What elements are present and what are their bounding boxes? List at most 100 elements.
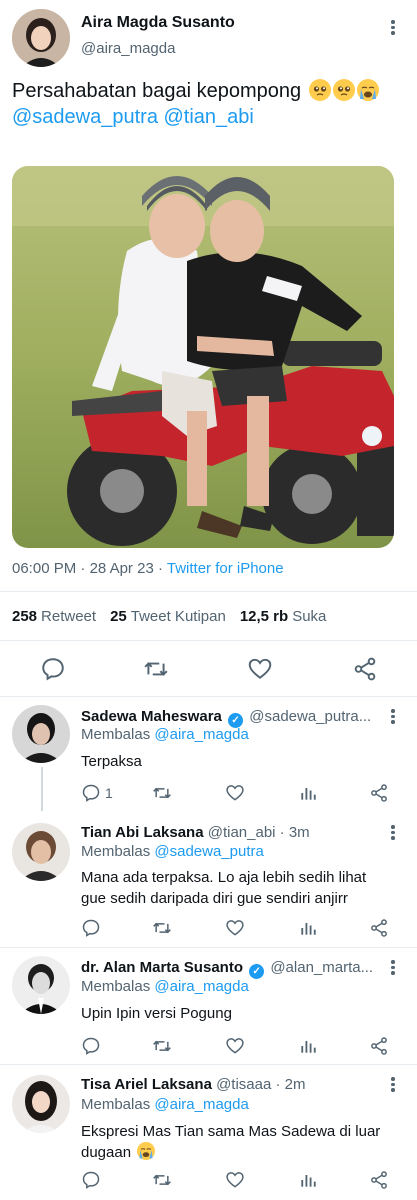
thread-line: [41, 767, 43, 811]
divider: [0, 591, 417, 592]
replying-prefix: Membalas: [81, 978, 151, 995]
like-icon[interactable]: [225, 783, 245, 808]
reply-author-handle[interactable]: @alan_marta...: [270, 959, 373, 976]
share-icon[interactable]: [352, 656, 378, 682]
reply-author-line: Tisa Ariel Laksana @tisaaa · 2m: [81, 1076, 306, 1093]
share-icon[interactable]: [369, 1170, 389, 1195]
share-icon[interactable]: [369, 1036, 389, 1061]
reply-author-name[interactable]: dr. Alan Marta Susanto: [81, 959, 243, 976]
crying-face-emoji: [356, 79, 379, 101]
more-icon[interactable]: [383, 823, 403, 843]
verified-icon: ✓: [249, 964, 265, 979]
reply-icon[interactable]: [81, 918, 101, 943]
reply-icon[interactable]: [81, 1170, 101, 1195]
retweet-icon[interactable]: [152, 918, 172, 943]
more-icon[interactable]: [383, 958, 403, 978]
reply-item[interactable]: Tisa Ariel Laksana @tisaaa · 2m Membalas…: [0, 1065, 417, 1200]
replying-to-line: Membalas @sadewa_putra: [81, 843, 264, 860]
author-name[interactable]: Aira Magda Susanto: [81, 14, 235, 32]
tweet-time: 06:00 PM: [12, 560, 77, 577]
reply-avatar[interactable]: [12, 1075, 70, 1133]
divider: [0, 640, 417, 641]
like-icon[interactable]: [225, 918, 245, 943]
reply-avatar[interactable]: [12, 705, 70, 763]
share-icon[interactable]: [369, 783, 389, 808]
replying-to-line: Membalas @aira_magda: [81, 726, 249, 743]
retweets-stat[interactable]: 258 Retweet: [12, 608, 96, 625]
tweet-text-block: Persahabatan bagai kepompong @sadewa_put…: [12, 78, 404, 130]
tweet-date: 28 Apr 23: [89, 560, 154, 577]
reply-text: Mana ada terpaksa. Lo aja lebih sedih li…: [81, 869, 367, 907]
retweet-icon[interactable]: [152, 1036, 172, 1061]
reply-author-name[interactable]: Sadewa Maheswara: [81, 708, 222, 725]
views-icon[interactable]: [298, 918, 318, 943]
author-avatar[interactable]: [12, 9, 70, 67]
replying-to-line: Membalas @aira_magda: [81, 978, 249, 995]
like-icon[interactable]: [247, 656, 273, 682]
replying-to-mention[interactable]: @aira_magda: [154, 978, 248, 995]
tweet-meta: 06:00 PM · 28 Apr 23 · Twitter for iPhon…: [12, 560, 284, 577]
retweet-icon[interactable]: [143, 656, 169, 682]
quotes-stat[interactable]: 25 Tweet Kutipan: [110, 608, 226, 625]
reply-item[interactable]: Tian Abi Laksana @tian_abi · 3m Membalas…: [0, 811, 417, 947]
pleading-face-emoji: [308, 79, 331, 101]
main-action-bar: [0, 650, 417, 690]
replying-to-line: Membalas @aira_magda: [81, 1096, 249, 1113]
replying-prefix: Membalas: [81, 726, 151, 743]
tweet-text: Persahabatan bagai kepompong: [12, 80, 302, 102]
tweet-stats: 258 Retweet 25 Tweet Kutipan 12,5 rb Suka: [12, 608, 326, 625]
retweet-icon[interactable]: [152, 783, 172, 808]
reply-text-block: Ekspresi Mas Tian sama Mas Sadewa di lua…: [81, 1121, 391, 1163]
reply-item[interactable]: dr. Alan Marta Susanto ✓ @alan_marta... …: [0, 948, 417, 1064]
more-icon[interactable]: [383, 18, 403, 38]
reply-text: Terpaksa: [81, 753, 142, 770]
retweet-icon[interactable]: [152, 1170, 172, 1195]
reply-author-name[interactable]: Tisa Ariel Laksana: [81, 1076, 212, 1093]
reply-text: Ekspresi Mas Tian sama Mas Sadewa di lua…: [81, 1123, 381, 1161]
more-icon[interactable]: [383, 707, 403, 727]
views-icon[interactable]: [298, 1170, 318, 1195]
author-handle[interactable]: @aira_magda: [81, 40, 175, 57]
reply-count: 1: [105, 785, 113, 801]
reply-author-handle[interactable]: @tian_abi · 3m: [208, 824, 310, 841]
views-icon[interactable]: [298, 783, 318, 808]
quotes-count: 25: [110, 608, 127, 625]
reply-author-handle[interactable]: @sadewa_putra...: [249, 708, 371, 725]
replying-prefix: Membalas: [81, 1096, 151, 1113]
likes-stat[interactable]: 12,5 rb Suka: [240, 608, 327, 625]
reply-item[interactable]: Sadewa Maheswara ✓ @sadewa_putra... Memb…: [0, 697, 417, 811]
likes-count: 12,5 rb: [239, 608, 289, 625]
meta-separator: ·: [157, 560, 163, 577]
reply-avatar[interactable]: [12, 956, 70, 1014]
atv-riders-photo: [12, 166, 394, 548]
replying-to-mention[interactable]: @aira_magda: [154, 1096, 248, 1113]
like-icon[interactable]: [225, 1036, 245, 1061]
author-avatar-image: [12, 9, 70, 67]
share-icon[interactable]: [369, 918, 389, 943]
retweets-count: 258: [12, 608, 38, 625]
tweet-photo[interactable]: [12, 166, 394, 548]
replying-to-mention[interactable]: @sadewa_putra: [154, 843, 263, 860]
like-icon[interactable]: [225, 1170, 245, 1195]
meta-separator: ·: [80, 560, 86, 577]
views-icon[interactable]: [298, 1036, 318, 1061]
retweets-label: Retweet: [41, 608, 97, 625]
tweet-mentions[interactable]: @sadewa_putra @tian_abi: [12, 106, 254, 128]
likes-label: Suka: [292, 608, 327, 625]
reply-author-handle[interactable]: @tisaaa · 2m: [216, 1076, 305, 1093]
reply-author-line: Tian Abi Laksana @tian_abi · 3m: [81, 824, 310, 841]
reply-author-line: Sadewa Maheswara ✓ @sadewa_putra...: [81, 708, 371, 728]
reply-text: Upin Ipin versi Pogung: [81, 1005, 232, 1022]
reply-icon[interactable]: [81, 1036, 101, 1061]
reply-icon[interactable]: 1: [81, 783, 113, 803]
reply-author-line: dr. Alan Marta Susanto ✓ @alan_marta...: [81, 959, 373, 979]
more-icon[interactable]: [383, 1075, 403, 1095]
crying-face-emoji: [137, 1142, 156, 1160]
pleading-face-emoji: [332, 79, 355, 101]
tweet-source[interactable]: Twitter for iPhone: [167, 560, 284, 577]
replying-prefix: Membalas: [81, 843, 151, 860]
replying-to-mention[interactable]: @aira_magda: [154, 726, 248, 743]
reply-author-name[interactable]: Tian Abi Laksana: [81, 824, 204, 841]
reply-icon[interactable]: [40, 656, 66, 682]
reply-avatar[interactable]: [12, 823, 70, 881]
